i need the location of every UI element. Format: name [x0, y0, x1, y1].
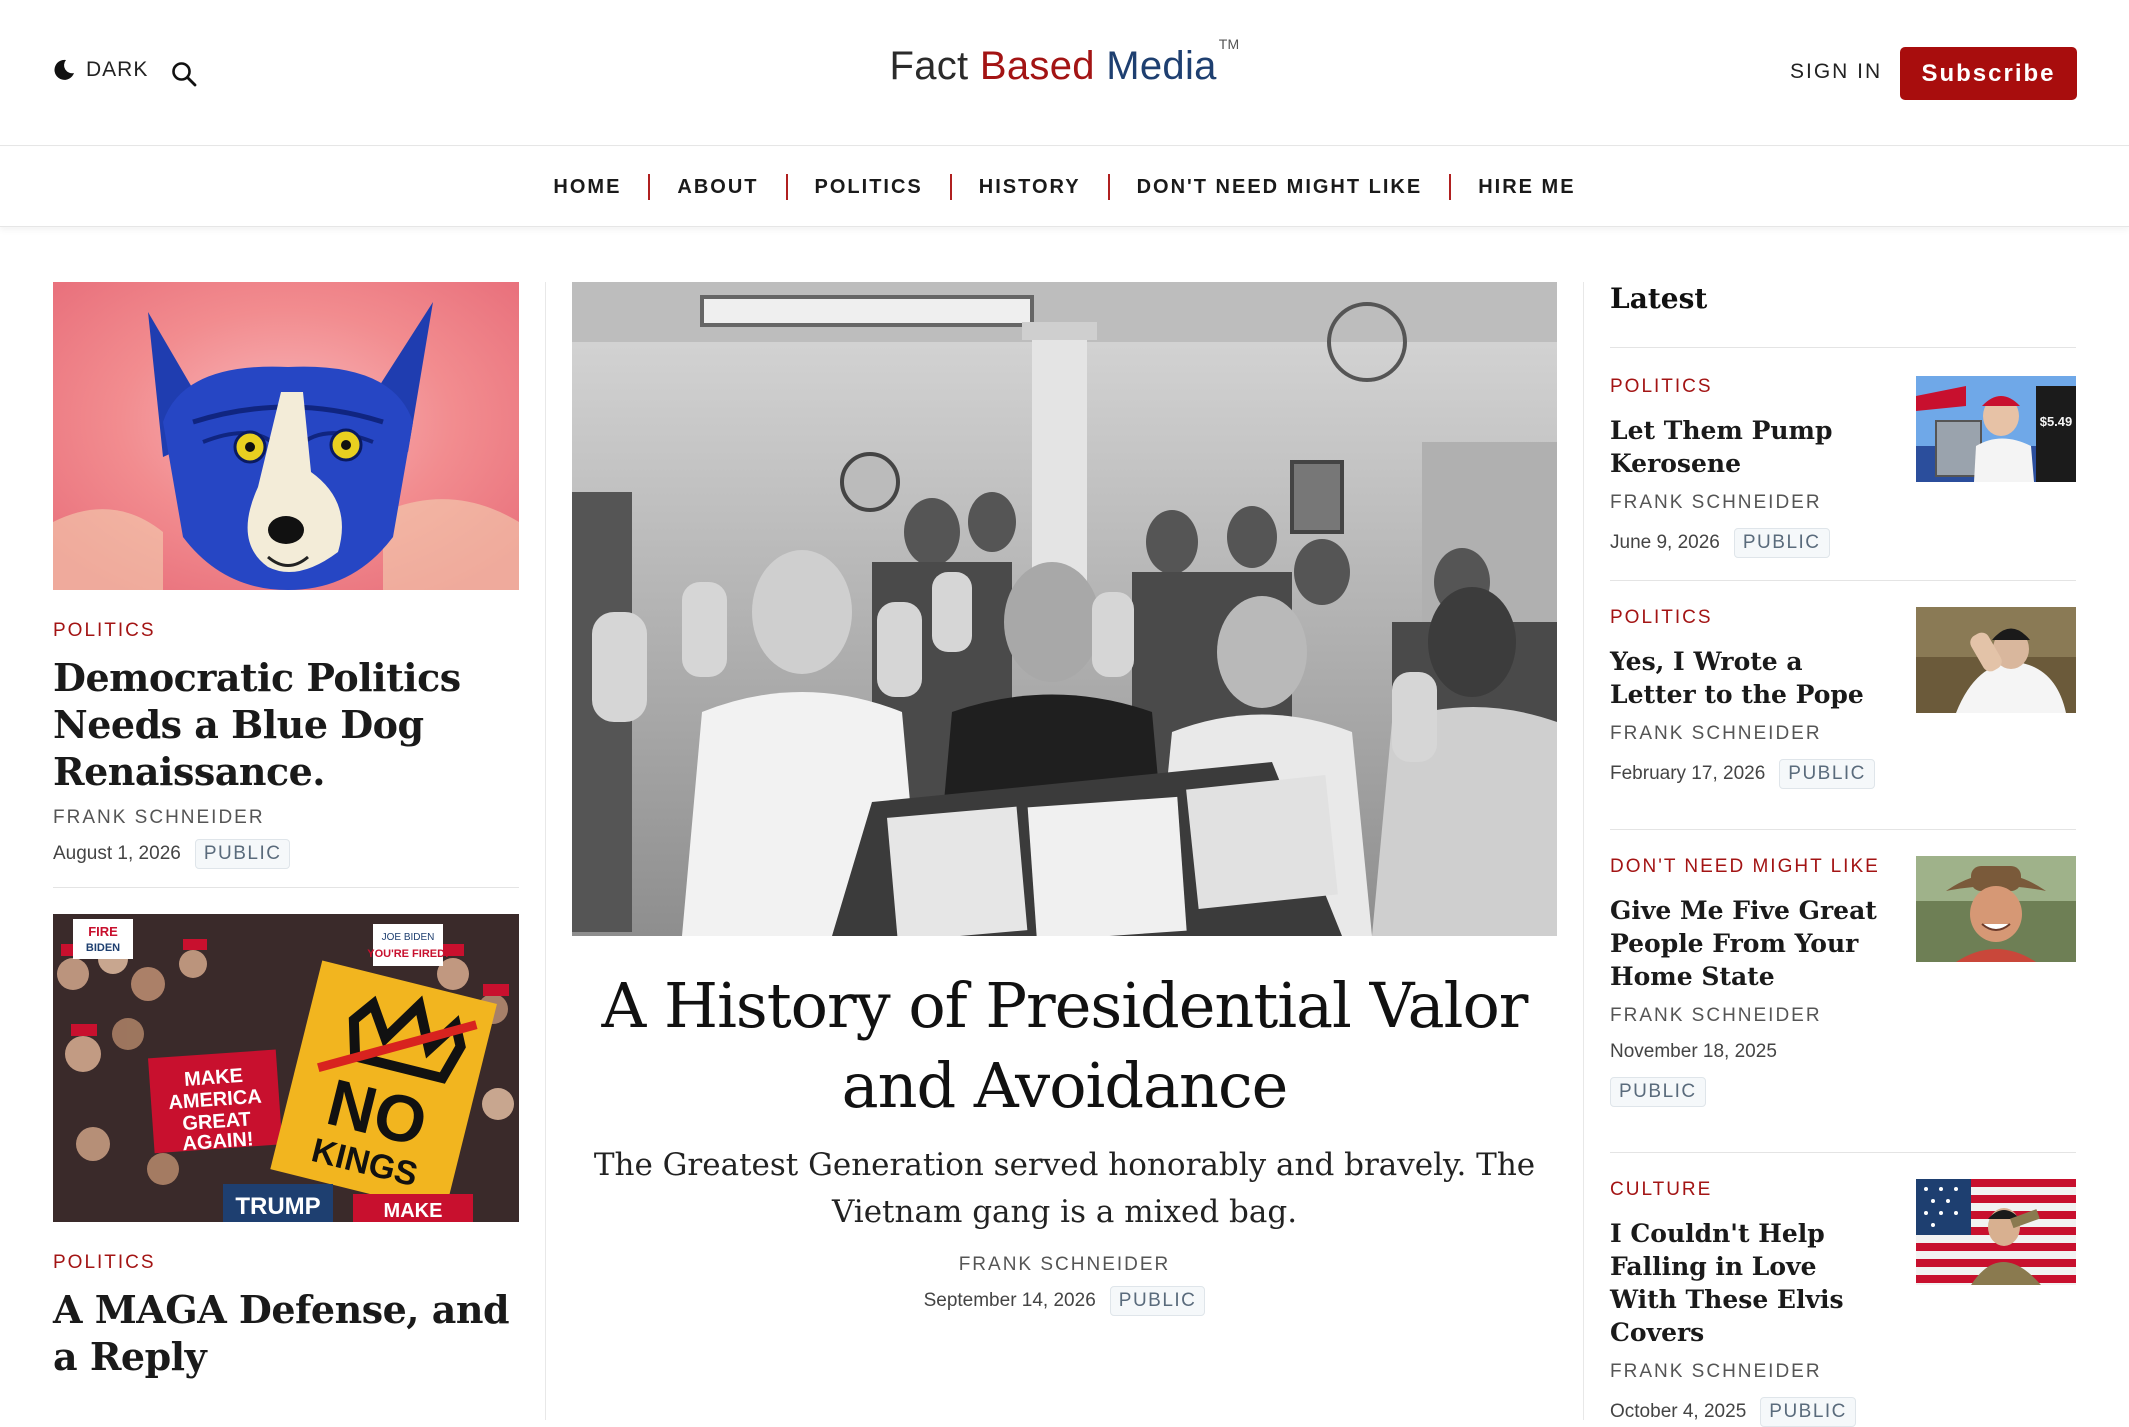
nav-hire-me[interactable]: HIRE ME — [1449, 173, 1602, 200]
featured-meta: September 14, 2026 PUBLIC — [572, 1286, 1557, 1316]
sign-biden-text: BIDEN — [86, 942, 120, 954]
latest-item[interactable]: CULTURE I Couldn't Help Falling in Love … — [1610, 1179, 2076, 1427]
trademark-mark: TM — [1218, 35, 1240, 52]
latest-sidebar: Latest $5.49 POLITICS Let Them Pump Kero… — [1610, 282, 2076, 1427]
site-header: DARK Fact Based MediaTM SIGN IN Subscrib… — [0, 0, 2129, 146]
public-badge: PUBLIC — [194, 839, 291, 869]
nav-dont-need-might-like[interactable]: DON'T NEED MIGHT LIKE — [1107, 173, 1450, 200]
logo-word-based: Based — [979, 44, 1095, 88]
article-category[interactable]: POLITICS — [53, 1252, 519, 1274]
article-title[interactable]: Democratic Politics Needs a Blue Dog Ren… — [53, 654, 519, 795]
latest-title[interactable]: Yes, I Wrote a Letter to the Pope — [1610, 645, 1890, 711]
latest-title[interactable]: Give Me Five Great People From Your Home… — [1610, 894, 1890, 993]
subscribe-button[interactable]: Subscribe — [1900, 47, 2077, 100]
public-badge: PUBLIC — [1760, 1397, 1856, 1427]
latest-item[interactable]: DON'T NEED MIGHT LIKE Give Me Five Great… — [1610, 856, 2076, 1152]
latest-author[interactable]: FRANK SCHNEIDER — [1610, 1005, 2076, 1027]
featured-article: A History of Presidential Valor and Avoi… — [572, 282, 1557, 1316]
public-badge: PUBLIC — [1109, 1286, 1206, 1316]
latest-meta: June 9, 2026 PUBLIC — [1610, 528, 2076, 558]
nav-history[interactable]: HISTORY — [949, 173, 1108, 200]
latest-item[interactable]: POLITICS Yes, I Wrote a Letter to the Po… — [1610, 607, 2076, 829]
article-date: August 1, 2026 — [53, 843, 181, 864]
latest-meta: February 17, 2026 PUBLIC — [1610, 759, 2076, 789]
latest-date: February 17, 2026 — [1610, 763, 1766, 784]
sign-make-text: MAKE — [384, 1200, 443, 1222]
sign-in-link[interactable]: SIGN IN — [1790, 60, 1882, 84]
featured-date: September 14, 2026 — [923, 1290, 1096, 1311]
left-article-column: POLITICS Democratic Politics Needs a Blu… — [53, 282, 519, 1380]
latest-item[interactable]: $5.49 POLITICS Let Them Pump Kerosene FR… — [1610, 376, 2076, 580]
nav-politics[interactable]: POLITICS — [785, 173, 950, 200]
column-divider — [1583, 282, 1584, 1420]
latest-meta: November 18, 2025 PUBLIC — [1610, 1041, 2076, 1107]
latest-separator — [1610, 580, 2076, 581]
latest-separator — [1610, 347, 2076, 348]
latest-author[interactable]: FRANK SCHNEIDER — [1610, 1361, 2076, 1383]
latest-date: November 18, 2025 — [1610, 1041, 1777, 1062]
featured-author[interactable]: FRANK SCHNEIDER — [572, 1254, 1557, 1276]
logo-word-fact: Fact — [889, 44, 969, 88]
article-title[interactable]: A MAGA Defense, and a Reply — [53, 1286, 519, 1380]
nav-home[interactable]: HOME — [526, 174, 648, 200]
article-separator — [53, 887, 519, 888]
latest-title[interactable]: I Couldn't Help Falling in Love With The… — [1610, 1217, 1890, 1349]
article-author[interactable]: FRANK SCHNEIDER — [53, 807, 519, 829]
sign-trump-text: TRUMP — [235, 1193, 320, 1220]
sign-joe-biden-text: JOE BIDEN — [382, 932, 435, 943]
public-badge: PUBLIC — [1779, 759, 1875, 789]
sign-fire-text: FIRE — [88, 924, 118, 939]
public-badge: PUBLIC — [1610, 1077, 1706, 1107]
latest-date: June 9, 2026 — [1610, 532, 1720, 553]
pope-thumbnail[interactable] — [1916, 607, 2076, 713]
blue-dog-painting-image[interactable] — [53, 282, 519, 590]
latest-separator — [1610, 829, 2076, 830]
latest-heading: Latest — [1610, 282, 1708, 315]
gas-station-thumbnail[interactable]: $5.49 — [1916, 376, 2076, 482]
latest-author[interactable]: FRANK SCHNEIDER — [1610, 723, 2076, 745]
no-kings-rally-image[interactable]: FIRE BIDEN JOE BIDEN YOU'RE FIRED! MAKEA… — [53, 914, 519, 1222]
latest-title[interactable]: Let Them Pump Kerosene — [1610, 414, 1890, 480]
article-category[interactable]: POLITICS — [53, 620, 519, 642]
logo-word-media: Media — [1106, 44, 1217, 88]
elvis-thumbnail[interactable] — [1916, 1179, 2076, 1285]
latest-meta: October 4, 2025 PUBLIC — [1610, 1397, 2076, 1427]
main-nav: HOME ABOUT POLITICS HISTORY DON'T NEED M… — [0, 147, 2129, 227]
cowboy-thumbnail[interactable] — [1916, 856, 2076, 962]
nav-about[interactable]: ABOUT — [648, 173, 785, 200]
article-meta: August 1, 2026 PUBLIC — [53, 839, 519, 869]
public-badge: PUBLIC — [1733, 528, 1830, 558]
sign-youre-fired-text: YOU'RE FIRED! — [367, 948, 448, 960]
featured-title[interactable]: A History of Presidential Valor and Avoi… — [572, 966, 1557, 1126]
latest-author[interactable]: FRANK SCHNEIDER — [1610, 492, 2076, 514]
featured-subtitle[interactable]: The Greatest Generation served honorably… — [572, 1142, 1557, 1236]
oath-ceremony-photo[interactable] — [572, 282, 1557, 936]
gas-price-text: $5.49 — [2040, 414, 2073, 429]
latest-separator — [1610, 1152, 2076, 1153]
column-divider — [545, 282, 546, 1420]
